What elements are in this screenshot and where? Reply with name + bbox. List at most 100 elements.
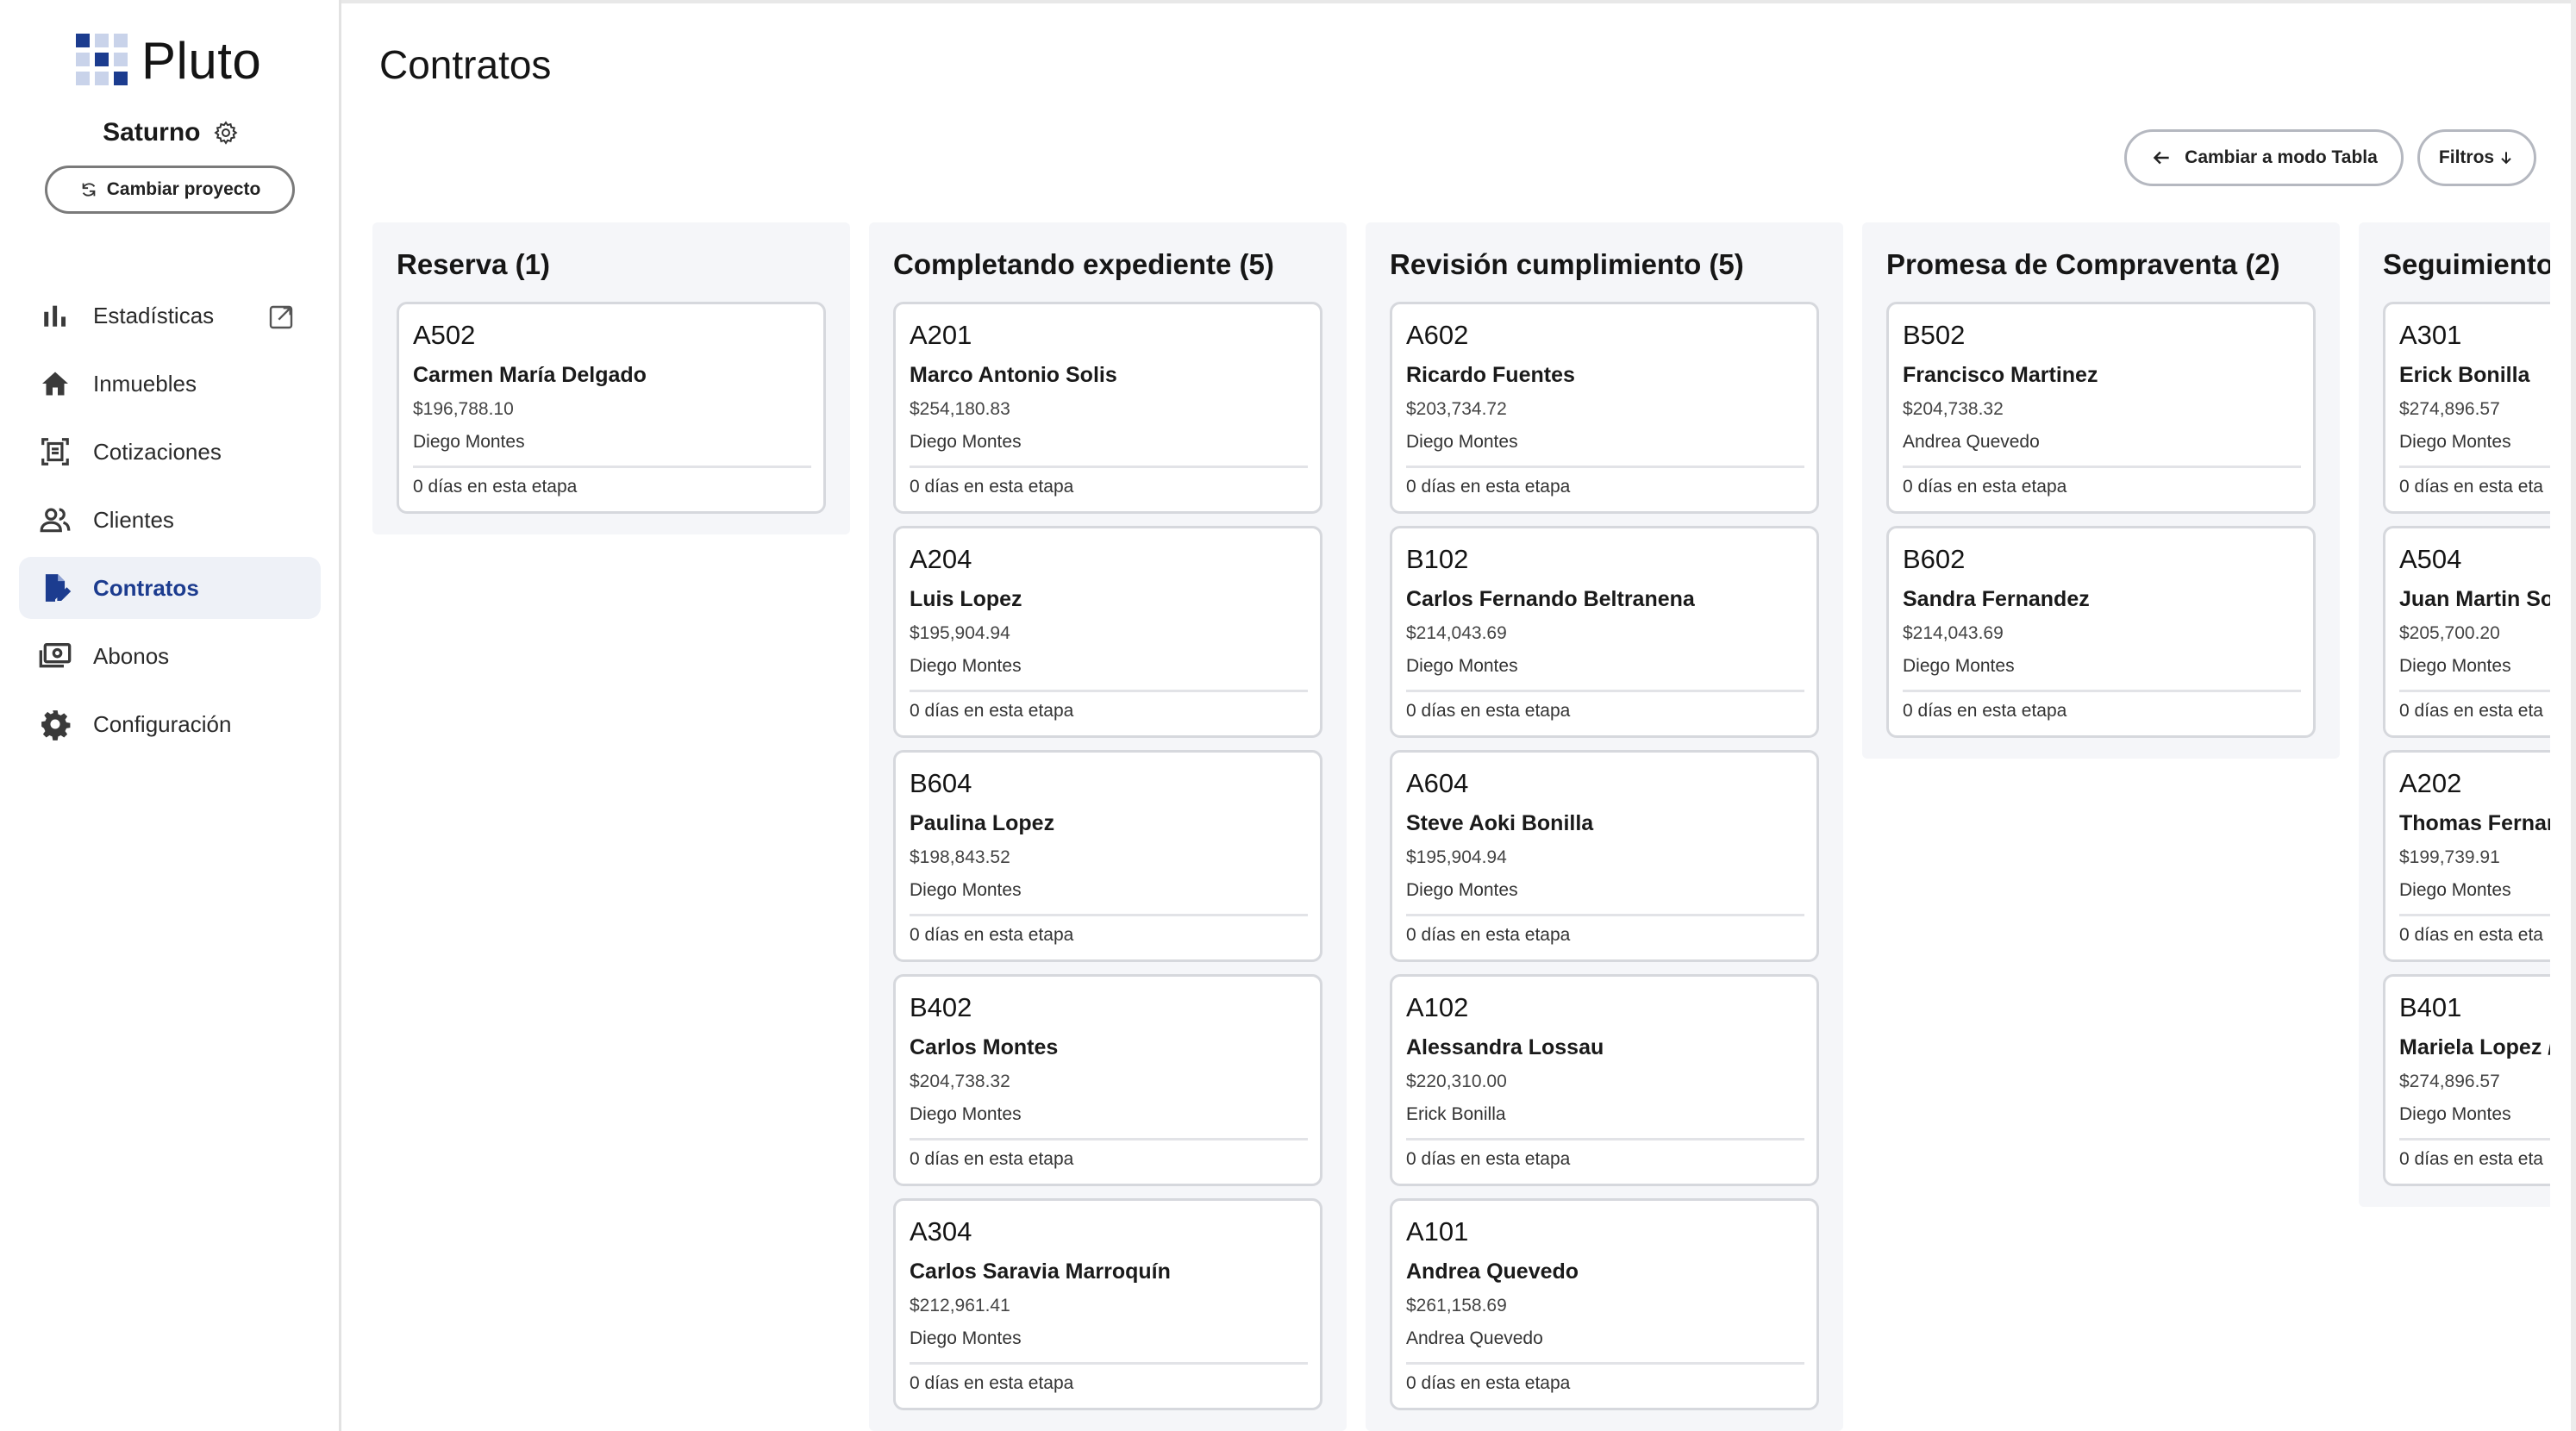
- sidebar-item-configuracion[interactable]: Configuración: [19, 693, 321, 755]
- filters-label: Filtros: [2438, 147, 2495, 167]
- contract-card[interactable]: B604 Paulina Lopez $198,843.52 Diego Montes…: [893, 750, 1322, 962]
- project-settings-icon[interactable]: [213, 120, 239, 146]
- card-divider: [1406, 1138, 1804, 1140]
- card-days-in-stage: 0 días en esta eta: [2399, 477, 2543, 497]
- contract-card[interactable]: A204 Luis Lopez $195,904.94 Diego Montes 0 d…: [893, 526, 1322, 738]
- card-divider: [1903, 466, 2301, 468]
- card-client-name: Sandra Fernandez: [1903, 587, 2090, 611]
- sidebar-item-contratos[interactable]: Contratos: [19, 557, 321, 619]
- logo: Pluto: [76, 31, 261, 91]
- card-unit: B102: [1406, 544, 1469, 574]
- contract-card[interactable]: A301 Erick Bonilla $274,896.57 Diego Montes…: [2383, 302, 2550, 514]
- payments-icon: [36, 637, 74, 675]
- card-price: $196,788.10: [413, 399, 514, 419]
- column-title: Reserva (1): [397, 248, 550, 280]
- card-unit: A604: [1406, 768, 1469, 798]
- card-days-in-stage: 0 días en esta etapa: [1406, 925, 1571, 945]
- card-price: $261,158.69: [1406, 1296, 1507, 1315]
- logo-mark-icon: [76, 33, 131, 89]
- sidebar-item-cotizaciones[interactable]: Cotizaciones: [19, 421, 321, 483]
- card-days-in-stage: 0 días en esta etapa: [910, 925, 1074, 945]
- contract-card[interactable]: A602 Ricardo Fuentes $203,734.72 Diego Mont…: [1390, 302, 1819, 514]
- kanban-column: Promesa de Compraventa (2) B502 Francisco …: [1862, 222, 2340, 759]
- change-project-button[interactable]: Cambiar proyecto: [45, 166, 295, 214]
- card-agent-name: Diego Montes: [910, 656, 1022, 676]
- contract-card[interactable]: A304 Carlos Saravia Marroquín $212,961.41 D…: [893, 1198, 1322, 1410]
- card-agent-name: Erick Bonilla: [1406, 1104, 1506, 1124]
- card-divider: [910, 914, 1308, 916]
- contract-card[interactable]: B502 Francisco Martinez $204,738.32 Andrea …: [1886, 302, 2316, 514]
- card-agent-name: Diego Montes: [2399, 880, 2511, 900]
- page-scrollbar[interactable]: [2571, 0, 2576, 1431]
- contract-card[interactable]: B402 Carlos Montes $204,738.32 Diego Montes…: [893, 974, 1322, 1186]
- card-agent-name: Diego Montes: [1406, 880, 1518, 900]
- change-project-label: Cambiar proyecto: [106, 179, 261, 199]
- card-divider: [2399, 914, 2550, 916]
- card-divider: [2399, 1138, 2550, 1140]
- card-agent-name: Diego Montes: [2399, 656, 2511, 676]
- card-days-in-stage: 0 días en esta etapa: [1406, 477, 1571, 497]
- bar-chart-icon: [36, 297, 74, 334]
- contract-card[interactable]: A202 Thomas Fernar $199,739.91 Diego Montes…: [2383, 750, 2550, 962]
- card-agent-name: Diego Montes: [1406, 656, 1518, 676]
- card-price: $274,896.57: [2399, 1072, 2500, 1091]
- kanban-column: Reserva (1) A502 Carmen María Delgado $196,…: [372, 222, 850, 534]
- external-link-icon[interactable]: [267, 303, 295, 331]
- contract-card[interactable]: A502 Carmen María Delgado $196,788.10 Diego…: [397, 302, 826, 514]
- top-border: [0, 0, 2576, 3]
- table-mode-label: Cambiar a modo Tabla: [2185, 147, 2378, 167]
- contract-card[interactable]: A101 Andrea Quevedo $261,158.69 Andrea Quev…: [1390, 1198, 1819, 1410]
- card-unit: A202: [2399, 768, 2462, 798]
- contract-card[interactable]: A604 Steve Aoki Bonilla $195,904.94 Diego M…: [1390, 750, 1819, 962]
- card-divider: [910, 466, 1308, 468]
- card-divider: [1406, 690, 1804, 692]
- card-agent-name: Andrea Quevedo: [1406, 1328, 1543, 1348]
- card-agent-name: Diego Montes: [1903, 656, 2015, 676]
- sidebar-item-estadisticas[interactable]: Estadísticas: [19, 284, 321, 347]
- sidebar-item-inmuebles[interactable]: Inmuebles: [19, 353, 321, 415]
- card-days-in-stage: 0 días en esta etapa: [413, 477, 578, 497]
- sidebar: Pluto Saturno Cambiar proyecto Estadísti…: [0, 0, 341, 1431]
- card-client-name: Thomas Fernar: [2399, 811, 2550, 835]
- card-price: $204,738.32: [910, 1072, 1010, 1091]
- card-divider: [1406, 1362, 1804, 1365]
- card-unit: A602: [1406, 320, 1469, 350]
- project-selector: Saturno: [0, 117, 341, 147]
- table-mode-button[interactable]: Cambiar a modo Tabla: [2124, 129, 2404, 186]
- card-price: $195,904.94: [1406, 847, 1507, 867]
- home-icon: [36, 365, 74, 403]
- card-divider: [1406, 466, 1804, 468]
- card-client-name: Francisco Martinez: [1903, 363, 2098, 387]
- card-price: $274,896.57: [2399, 399, 2500, 419]
- card-price: $205,700.20: [2399, 623, 2500, 643]
- filters-button[interactable]: Filtros: [2417, 129, 2536, 186]
- card-client-name: Marco Antonio Solis: [910, 363, 1117, 387]
- contract-card[interactable]: B401 Mariela Lopez / $274,896.57 Diego Mont…: [2383, 974, 2550, 1186]
- contract-card[interactable]: A201 Marco Antonio Solis $254,180.83 Diego …: [893, 302, 1322, 514]
- card-unit: A204: [910, 544, 972, 574]
- card-unit: B602: [1903, 544, 1966, 574]
- card-unit: B401: [2399, 992, 2462, 1022]
- card-divider: [1406, 914, 1804, 916]
- contract-card[interactable]: B602 Sandra Fernandez $214,043.69 Diego Mon…: [1886, 526, 2316, 738]
- card-agent-name: Diego Montes: [1406, 432, 1518, 452]
- card-days-in-stage: 0 días en esta etapa: [1406, 1373, 1571, 1393]
- card-divider: [910, 1362, 1308, 1365]
- card-days-in-stage: 0 días en esta etapa: [910, 1373, 1074, 1393]
- card-agent-name: Diego Montes: [910, 880, 1022, 900]
- project-name: Saturno: [103, 118, 201, 147]
- card-unit: B604: [910, 768, 972, 798]
- sidebar-item-label: Abonos: [93, 642, 170, 669]
- column-title: Seguimiento: [2383, 248, 2550, 280]
- sidebar-item-clientes[interactable]: Clientes: [19, 489, 321, 551]
- card-days-in-stage: 0 días en esta eta: [2399, 701, 2543, 721]
- contract-card[interactable]: A102 Alessandra Lossau $220,310.00 Erick Bo…: [1390, 974, 1819, 1186]
- contract-card[interactable]: B102 Carlos Fernando Beltranena $214,043.6…: [1390, 526, 1819, 738]
- card-client-name: Andrea Quevedo: [1406, 1259, 1579, 1284]
- contract-card[interactable]: A504 Juan Martin So $205,700.20 Diego Monte…: [2383, 526, 2550, 738]
- sidebar-item-abonos[interactable]: Abonos: [19, 625, 321, 687]
- card-client-name: Mariela Lopez /: [2399, 1035, 2550, 1059]
- app-root: Pluto Saturno Cambiar proyecto Estadísti…: [0, 0, 2576, 1431]
- card-unit: A502: [413, 320, 476, 350]
- card-price: $254,180.83: [910, 399, 1010, 419]
